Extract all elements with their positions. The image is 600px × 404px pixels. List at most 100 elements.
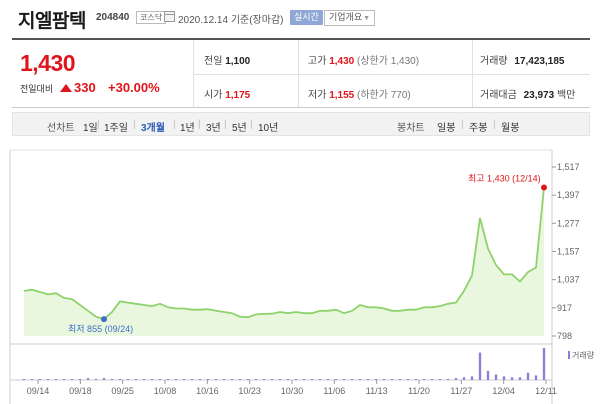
volume-bar [486,370,490,380]
tab-separator: | [97,119,100,130]
amount-label: 거래대금 [480,90,517,101]
volume-bar [358,379,362,380]
realtime-button[interactable]: 실시간 [290,10,323,25]
volume-bar [206,379,210,380]
max-point [541,184,547,191]
price-chart: 1,517 1,397 1,277 1,157 1,037 917 798 최고 1,430 … [9,149,595,404]
volume-legend-swatch [568,351,570,359]
volume-bar [270,379,274,380]
tab-1w[interactable]: 1주일 [104,119,128,134]
volume-bar [278,379,282,380]
amount-unit: 백만 [556,90,576,101]
prev-close-cell: 전일 1,100 [204,52,250,67]
stock-name: 지엘팜텍 [18,11,86,32]
high-cell: 고가 1,430 (상한가 1,430) [308,52,419,67]
volume-bar [238,379,242,380]
volume-bar [310,379,314,380]
market-badge: 코스닥 [136,11,167,24]
tab-1d[interactable]: 1일 [83,119,98,134]
x-tick-label: 10/30 [281,386,304,396]
volume-bar [454,378,458,380]
volume-bar [214,379,218,380]
price-area [24,187,544,336]
high-limit: (상한가 1,430) [357,56,420,67]
volume-bar [230,379,234,380]
x-tick-label: 09/14 [27,386,50,396]
prev-close-value: 1,100 [225,56,251,67]
stock-header: 지엘팜텍 204840 코스닥 2020.12.14 기준(장마감) 실시간 기… [0,0,600,36]
x-tick-label: 11/27 [450,386,472,396]
company-overview-label: 기업개요 [329,12,363,22]
max-label: 최고 1,430 (12/14) [468,173,541,183]
calendar-icon [164,11,175,22]
high-value: 1,430 [329,56,355,67]
y-tick-label: 798 [557,331,572,341]
tab-separator: | [224,119,227,130]
volume-bar [518,377,522,380]
tab-3m[interactable]: 3개월 [141,119,165,134]
volume-bar [302,379,306,380]
volume-bar [294,379,298,380]
tab-daily[interactable]: 일봉 [437,119,455,134]
volume-bar [374,379,378,380]
min-label: 최저 855 (09/24) [68,324,133,334]
open-cell: 시가 1,175 [204,86,250,101]
volume-label: 거래량 [480,56,508,67]
chart-period-tabs: 선차트 1일 | 1주일 | 3개월 | 1년 | 3년 | 5년 | 10년 … [12,112,590,136]
change-label: 전일대비 [20,84,54,94]
volume-bar [406,379,410,380]
volume-bar [62,379,66,380]
volume-bar [334,379,338,380]
volume-bar [446,379,450,380]
volume-bar [174,379,178,380]
low-cell: 저가 1,155 (하한가 770) [308,86,411,101]
open-value: 1,175 [225,90,251,101]
candle-chart-label: 봉차트 [397,123,425,134]
tab-10y[interactable]: 10년 [258,119,278,134]
volume-bar [142,379,146,380]
volume-cell: 거래량 17,423,185 [480,52,564,67]
low-limit: (하한가 770) [357,90,411,101]
tab-separator: | [198,119,201,130]
volume-bar [542,348,546,380]
volume-bar [470,376,474,380]
volume-bar [398,379,402,380]
tab-1y[interactable]: 1년 [180,119,195,134]
tab-separator: | [461,119,464,130]
change-value: 330 [74,80,96,95]
tab-separator: | [493,119,496,130]
tab-5y[interactable]: 5년 [232,119,247,134]
x-tick-label: 12/11 [535,386,557,396]
tab-separator: | [250,119,253,130]
amount-value: 23,973 [523,90,555,101]
x-tick-label: 12/04 [492,386,515,396]
volume-bar [150,379,154,380]
volume-bar [318,379,322,380]
volume-bar [422,379,426,380]
volume-bar [462,377,466,380]
arrow-up-icon [60,84,72,92]
y-tick-label: 1,277 [557,218,580,228]
tab-weekly[interactable]: 주봉 [469,119,487,134]
x-tick-label: 09/18 [69,386,92,396]
low-value: 1,155 [329,90,355,101]
volume-bar [46,379,50,380]
volume-bar [254,379,258,380]
volume-bar [70,379,74,380]
company-overview-dropdown[interactable]: 기업개요▼ [324,10,376,26]
change-percent: +30.00% [108,80,160,95]
volume-bar [430,379,434,380]
tab-3y[interactable]: 3년 [206,119,221,134]
min-point [101,316,107,323]
tab-monthly[interactable]: 월봉 [501,119,519,134]
volume-bar [222,379,226,380]
volume-bar [110,379,114,380]
volume-bar [190,379,194,380]
x-tick-label: 10/23 [238,386,261,396]
y-tick-label: 1,397 [557,190,580,200]
current-price: 1,430 [20,50,76,76]
volume-bar [438,379,442,380]
quote-panel: 1,430 전일대비 330 +30.00% 전일 1,100 시가 1,175… [12,38,590,108]
y-tick-label: 1,157 [557,247,580,257]
divider [193,74,590,75]
